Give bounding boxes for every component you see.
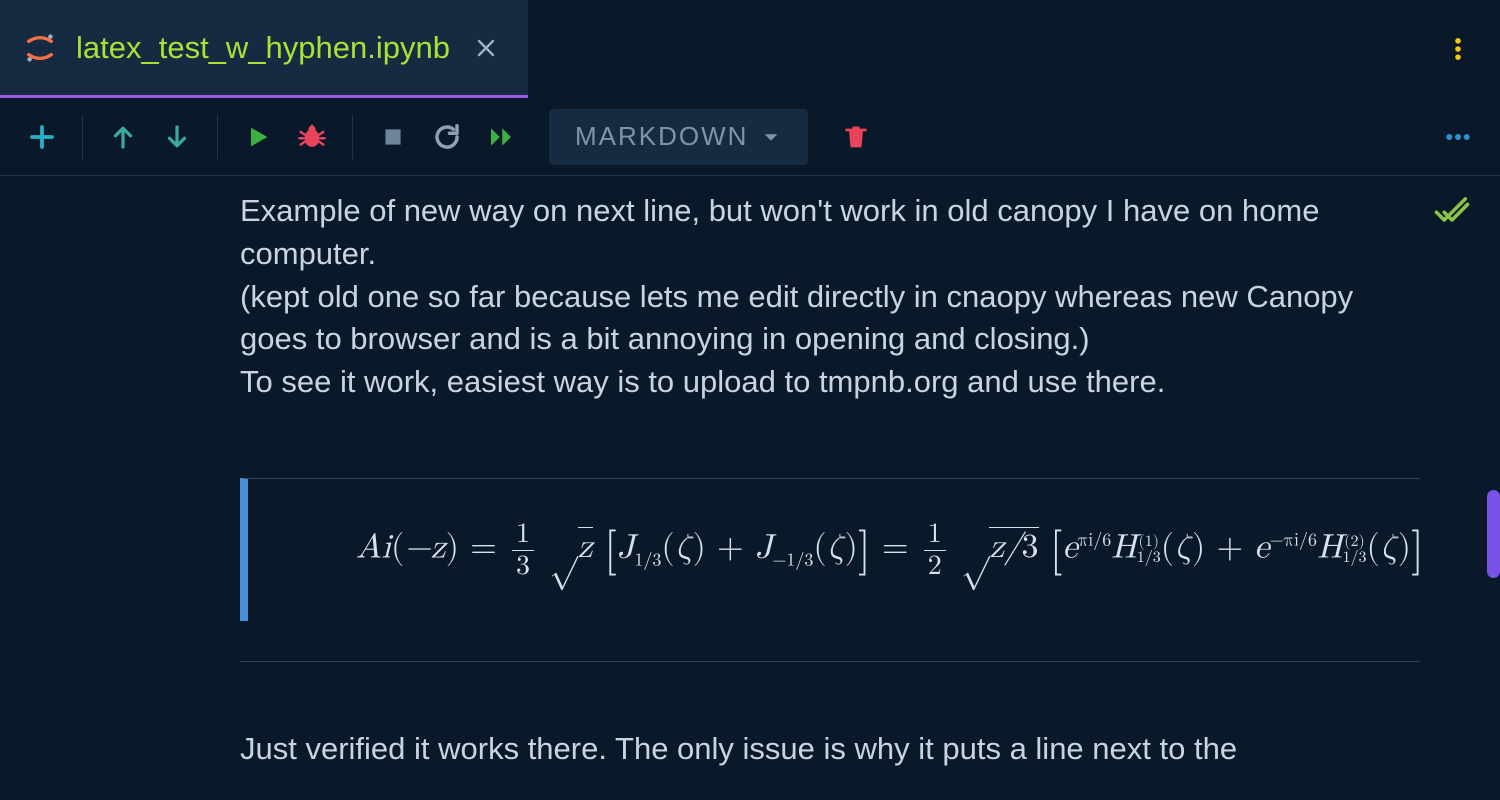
text-line: To see it work, easiest way is to upload… xyxy=(240,364,1165,399)
cell-paragraph: Example of new way on next line, but won… xyxy=(240,190,1420,404)
stop-button[interactable] xyxy=(369,113,417,161)
tab-title: latex_test_w_hyphen.ipynb xyxy=(76,30,450,66)
move-cell-down-button[interactable] xyxy=(153,113,201,161)
restart-kernel-button[interactable] xyxy=(423,113,471,161)
more-actions-button[interactable] xyxy=(1434,113,1482,161)
chevron-down-icon xyxy=(760,126,782,148)
latex-equation: Ai(−z) = 13 √z [J1/3(ζ) + J−1/3(ζ)] = 12… xyxy=(356,501,1420,600)
notebook-tab[interactable]: latex_test_w_hyphen.ipynb xyxy=(0,0,528,98)
close-tab-button[interactable] xyxy=(476,38,496,58)
cell-type-label: MARKDOWN xyxy=(575,121,748,152)
equation-blockquote: Ai(−z) = 13 √z [J1/3(ζ) + J−1/3(ζ)] = 12… xyxy=(240,478,1420,622)
cell-type-dropdown[interactable]: MARKDOWN xyxy=(549,109,808,165)
add-cell-button[interactable] xyxy=(18,113,66,161)
toolbar-separator xyxy=(217,115,218,159)
tab-overflow-menu[interactable] xyxy=(1444,35,1472,63)
notebook-content: Example of new way on next line, but won… xyxy=(0,176,1500,771)
toolbar-separator xyxy=(82,115,83,159)
jupyter-icon xyxy=(22,30,58,66)
text-line: (kept old one so far because lets me edi… xyxy=(240,279,1353,357)
run-all-button[interactable] xyxy=(477,113,525,161)
text-line: Just verified it works there. The only i… xyxy=(240,731,1237,766)
tab-bar: latex_test_w_hyphen.ipynb xyxy=(0,0,1500,98)
delete-cell-button[interactable] xyxy=(832,113,880,161)
debug-button[interactable] xyxy=(288,113,336,161)
cell-paragraph: Just verified it works there. The only i… xyxy=(240,661,1420,771)
run-cell-button[interactable] xyxy=(234,113,282,161)
text-line: Example of new way on next line, but won… xyxy=(240,193,1319,271)
move-cell-up-button[interactable] xyxy=(99,113,147,161)
validated-check-icon xyxy=(1432,190,1472,235)
markdown-cell[interactable]: Example of new way on next line, but won… xyxy=(0,190,1500,771)
toolbar-separator xyxy=(352,115,353,159)
notebook-toolbar: MARKDOWN xyxy=(0,98,1500,176)
scrollbar-thumb[interactable] xyxy=(1487,490,1500,578)
